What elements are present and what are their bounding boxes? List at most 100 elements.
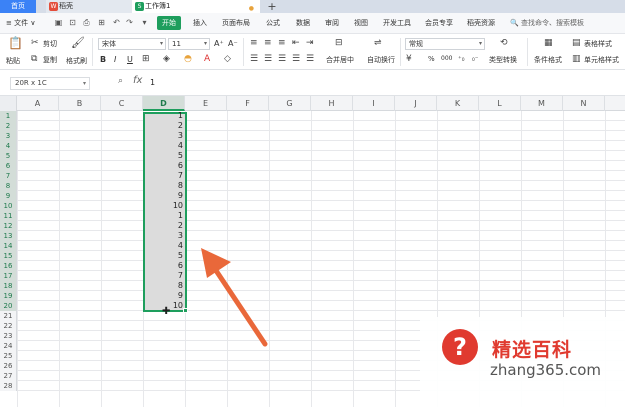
cell-d1[interactable]: 1 (143, 111, 183, 121)
menu-insert[interactable]: 插入 (193, 18, 207, 28)
row-header[interactable]: 5 (0, 151, 17, 161)
row-header[interactable]: 14 (0, 241, 17, 251)
column-header-d[interactable]: D (143, 96, 185, 111)
tab-home[interactable]: 首页 (0, 0, 36, 13)
cell-d9[interactable]: 9 (143, 191, 183, 201)
column-header-n[interactable]: N (563, 96, 605, 111)
format-painter-button[interactable]: 格式刷 (66, 56, 87, 66)
cell-d2[interactable]: 2 (143, 121, 183, 131)
redo-icon[interactable]: ↷ (125, 18, 134, 27)
align-top-icon[interactable]: ≡ (250, 38, 258, 48)
cell-d17[interactable]: 7 (143, 271, 183, 281)
cell-d6[interactable]: 6 (143, 161, 183, 171)
tab-workbook[interactable]: S 工作簿1 ● (132, 0, 260, 13)
increase-decimal-icon[interactable]: ⁺₀ (458, 54, 465, 64)
row-header[interactable]: 23 (0, 331, 17, 341)
row-header[interactable]: 2 (0, 121, 17, 131)
copy-button[interactable]: 复制 (43, 55, 57, 65)
row-header[interactable]: 20 (0, 301, 17, 311)
align-middle-icon[interactable]: ≡ (264, 38, 272, 48)
row-header[interactable]: 22 (0, 321, 17, 331)
font-grow-button[interactable]: A⁺ (214, 39, 224, 48)
column-header-l[interactable]: L (479, 96, 521, 111)
name-box[interactable]: 20R x 1C ▾ (10, 77, 90, 90)
row-header[interactable]: 26 (0, 361, 17, 371)
indent-decrease-icon[interactable]: ⇤ (292, 38, 300, 48)
tab-docer[interactable]: W 稻壳 (46, 0, 132, 13)
row-header[interactable]: 4 (0, 141, 17, 151)
row-header[interactable]: 12 (0, 221, 17, 231)
menu-home[interactable]: 开始 (157, 16, 181, 30)
menu-developer[interactable]: 开发工具 (383, 18, 411, 28)
row-header[interactable]: 1 (0, 111, 17, 121)
justify-icon[interactable]: ☰ (292, 54, 300, 64)
chevron-down-icon[interactable]: ▾ (140, 18, 149, 27)
cell-d18[interactable]: 8 (143, 281, 183, 291)
row-header[interactable]: 6 (0, 161, 17, 171)
row-header[interactable]: 13 (0, 231, 17, 241)
align-bottom-icon[interactable]: ≡ (278, 38, 286, 48)
decrease-decimal-icon[interactable]: ₀⁻ (472, 54, 479, 64)
merge-center-button[interactable]: 合并居中 (326, 55, 354, 65)
column-header-g[interactable]: G (269, 96, 311, 111)
distribute-icon[interactable]: ☰ (306, 54, 314, 64)
cell-d10[interactable]: 10 (143, 201, 183, 211)
column-header-b[interactable]: B (59, 96, 101, 111)
currency-icon[interactable]: ¥ (406, 54, 412, 64)
menu-formula[interactable]: 公式 (266, 18, 280, 28)
cell-d13[interactable]: 3 (143, 231, 183, 241)
column-header-e[interactable]: E (185, 96, 227, 111)
column-header-m[interactable]: M (521, 96, 563, 111)
thousands-button[interactable]: 000 (441, 55, 452, 62)
menu-data[interactable]: 数据 (296, 18, 310, 28)
select-all-corner[interactable] (0, 96, 17, 111)
row-header[interactable]: 10 (0, 201, 17, 211)
cell-d16[interactable]: 6 (143, 261, 183, 271)
font-shrink-button[interactable]: A⁻ (228, 39, 238, 48)
type-convert-button[interactable]: 类型转换 (489, 55, 517, 65)
row-header[interactable]: 24 (0, 341, 17, 351)
row-header[interactable]: 3 (0, 131, 17, 141)
menu-member[interactable]: 会员专享 (425, 18, 453, 28)
font-name-select[interactable]: 宋体 ▾ (98, 38, 166, 50)
row-header[interactable]: 16 (0, 261, 17, 271)
menu-docer-resources[interactable]: 稻壳资源 (467, 18, 495, 28)
row-header[interactable]: 25 (0, 351, 17, 361)
highlight-icon[interactable]: ◓ (184, 54, 192, 64)
row-header[interactable]: 27 (0, 371, 17, 381)
paste-icon[interactable]: 📋 (8, 37, 23, 49)
indent-increase-icon[interactable]: ⇥ (306, 38, 314, 48)
row-header[interactable]: 8 (0, 181, 17, 191)
row-header[interactable]: 19 (0, 291, 17, 301)
align-center-icon[interactable]: ☰ (264, 54, 272, 64)
fill-color-icon[interactable]: ◈ (163, 54, 170, 64)
row-header[interactable]: 17 (0, 271, 17, 281)
cell-d19[interactable]: 9 (143, 291, 183, 301)
fill-handle[interactable] (183, 308, 188, 313)
fx-icon[interactable]: fx (133, 75, 142, 86)
column-header-f[interactable]: F (227, 96, 269, 111)
menu-page-layout[interactable]: 页面布局 (222, 18, 250, 28)
paste-button[interactable]: 粘贴 (6, 56, 20, 66)
table-style-button[interactable]: 表格样式 (584, 39, 612, 49)
row-header[interactable]: 18 (0, 281, 17, 291)
wrap-text-button[interactable]: 自动换行 (367, 55, 395, 65)
formula-input[interactable]: 1 (150, 78, 155, 87)
undo-icon[interactable]: ↶ (112, 18, 121, 27)
row-header[interactable]: 7 (0, 171, 17, 181)
row-header[interactable]: 9 (0, 191, 17, 201)
column-header-h[interactable]: H (311, 96, 353, 111)
new-tab-button[interactable]: + (266, 0, 278, 13)
font-color-icon[interactable]: A (204, 54, 210, 64)
italic-button[interactable]: I (114, 55, 116, 64)
align-left-icon[interactable]: ☰ (250, 54, 258, 64)
row-header[interactable]: 21 (0, 311, 17, 321)
column-header-a[interactable]: A (17, 96, 59, 111)
row-header[interactable]: 28 (0, 381, 17, 391)
column-header-j[interactable]: J (395, 96, 437, 111)
cell-d12[interactable]: 2 (143, 221, 183, 231)
save-icon[interactable]: ▣ (54, 18, 63, 27)
file-menu[interactable]: ≡ 文件 ∨ (6, 18, 35, 28)
percent-button[interactable]: % (428, 55, 435, 63)
cell-d14[interactable]: 4 (143, 241, 183, 251)
